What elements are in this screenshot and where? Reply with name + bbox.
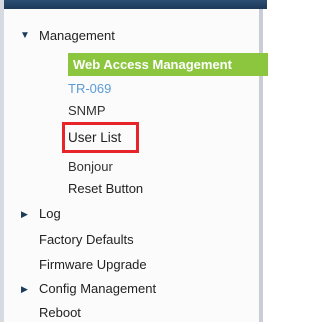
nav-subitem-user-list[interactable]: User List <box>62 122 139 153</box>
nav-subitem-snmp[interactable]: SNMP <box>68 100 106 122</box>
nav-item-config-management[interactable]: ▶ Config Management <box>4 278 156 300</box>
nav-subitem-label: User List <box>68 130 122 145</box>
nav-item-management[interactable]: ▼ Management <box>4 25 115 47</box>
nav-item-log[interactable]: ▶ Log <box>4 203 61 225</box>
triangle-right-icon[interactable]: ▶ <box>21 203 28 225</box>
triangle-right-icon[interactable]: ▶ <box>21 278 28 300</box>
nav-subitem-label: Reset Button <box>68 181 144 196</box>
nav-subitem-tr069[interactable]: TR-069 <box>68 78 111 100</box>
nav-subitem-reset-button[interactable]: Reset Button <box>68 178 143 200</box>
nav-item-label: Factory Defaults <box>39 232 134 247</box>
nav-subitem-bonjour[interactable]: Bonjour <box>68 156 113 178</box>
navigation-panel: ▼ Management Web Access Management TR-06… <box>0 0 268 324</box>
triangle-down-icon[interactable]: ▼ <box>20 25 30 47</box>
nav-subitem-web-access-management[interactable]: Web Access Management <box>68 53 268 76</box>
nav-item-factory-defaults[interactable]: Factory Defaults <box>4 229 134 251</box>
nav-item-label: Firmware Upgrade <box>39 257 147 272</box>
nav-item-label: Log <box>39 206 61 221</box>
nav-subitem-label: Bonjour <box>68 159 113 174</box>
nav-subitem-label: SNMP <box>68 103 106 118</box>
top-bar <box>4 0 267 9</box>
nav-item-reboot[interactable]: Reboot <box>4 302 81 324</box>
nav-item-firmware-upgrade[interactable]: Firmware Upgrade <box>4 254 147 276</box>
nav-item-label: Reboot <box>39 305 81 320</box>
nav-subitem-label: TR-069 <box>68 81 112 96</box>
nav-subitem-label: Web Access Management <box>73 57 232 72</box>
